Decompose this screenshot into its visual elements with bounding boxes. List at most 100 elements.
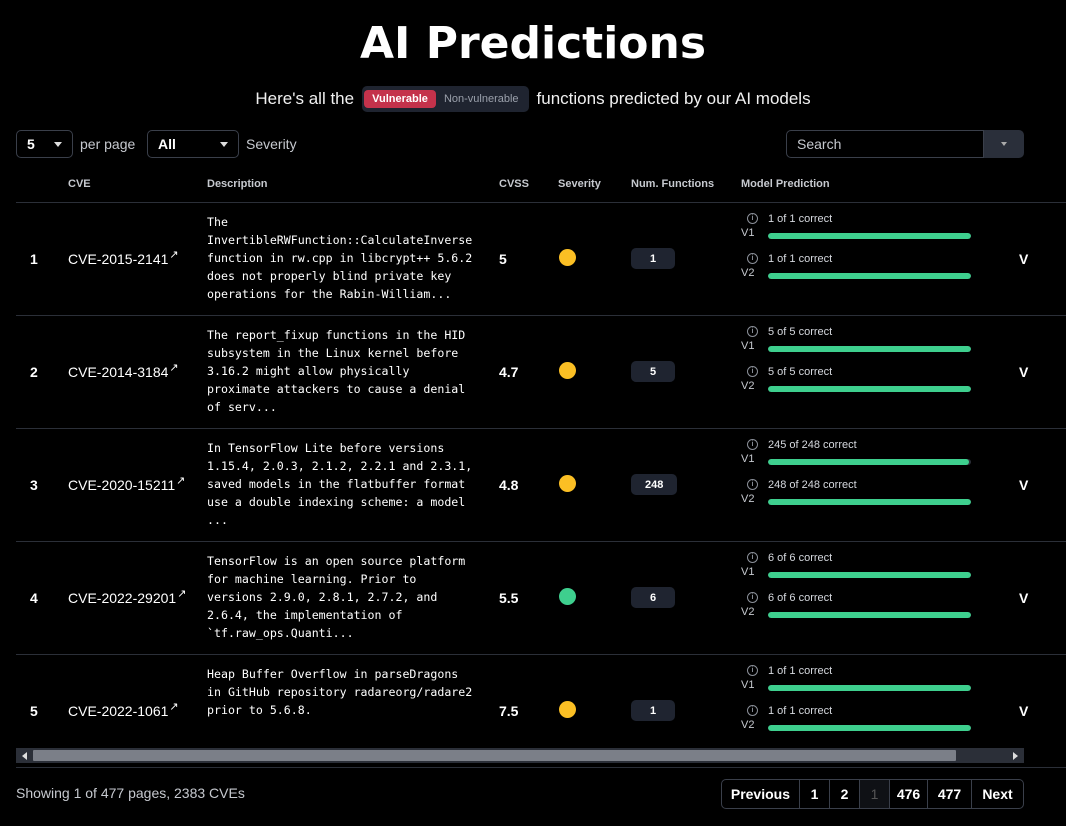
model-version-label: V2 xyxy=(741,606,755,618)
cve-description: TensorFlow is an open source platform fo… xyxy=(207,554,466,640)
model-version-label: V2 xyxy=(741,267,755,279)
cve-link[interactable]: CVE-2015-2141↗ xyxy=(68,249,179,267)
info-icon[interactable]: i xyxy=(747,665,758,676)
view-link[interactable]: V xyxy=(1019,364,1028,380)
prediction-progress-fill xyxy=(768,685,971,691)
info-icon[interactable]: i xyxy=(747,705,758,716)
model-prediction-v1: i V1 1 of 1 correct xyxy=(740,665,980,701)
cve-id[interactable]: CVE-2014-3184 xyxy=(68,364,168,380)
toggle-vulnerable[interactable]: Vulnerable xyxy=(364,90,436,108)
cve-id[interactable]: CVE-2022-1061 xyxy=(68,703,168,719)
row-index: 1 xyxy=(30,251,38,267)
cve-link[interactable]: CVE-2022-29201↗ xyxy=(68,588,186,606)
info-icon[interactable]: i xyxy=(747,366,758,377)
per-page-select[interactable]: 5 xyxy=(16,130,73,158)
header-cvss[interactable]: CVSS xyxy=(499,178,529,190)
scrollbar-thumb[interactable] xyxy=(33,750,956,761)
prediction-progress-bar xyxy=(768,459,971,465)
cve-link[interactable]: CVE-2020-15211↗ xyxy=(68,475,185,493)
page-subtitle: Here's all the Vulnerable Non-vulnerable… xyxy=(0,86,1066,112)
prediction-text: 245 of 248 correct xyxy=(768,439,857,451)
info-icon[interactable]: i xyxy=(747,326,758,337)
header-model-prediction[interactable]: Model Prediction xyxy=(741,178,830,190)
prediction-progress-bar xyxy=(768,612,971,618)
horizontal-scrollbar[interactable] xyxy=(16,748,1024,763)
info-icon[interactable]: i xyxy=(747,552,758,563)
page-button-current[interactable]: 1 xyxy=(859,780,889,808)
per-page-value: 5 xyxy=(27,136,35,152)
cvss-score: 5.5 xyxy=(499,590,519,606)
prediction-progress-bar xyxy=(768,725,971,731)
view-link[interactable]: V xyxy=(1019,251,1028,267)
cve-id[interactable]: CVE-2015-2141 xyxy=(68,251,168,267)
per-page-label: per page xyxy=(80,136,136,152)
cve-description: Heap Buffer Overflow in parseDragons in … xyxy=(207,667,473,717)
external-link-icon[interactable]: ↗ xyxy=(177,588,186,600)
prediction-progress-bar xyxy=(768,346,971,352)
prediction-progress-bar xyxy=(768,233,971,239)
prediction-progress-fill xyxy=(768,346,971,352)
prediction-progress-bar xyxy=(768,685,971,691)
cve-link[interactable]: CVE-2022-1061↗ xyxy=(68,701,179,719)
scroll-left-icon[interactable] xyxy=(22,752,27,760)
search-dropdown-button[interactable] xyxy=(984,130,1024,158)
header-cve[interactable]: CVE xyxy=(68,178,91,190)
previous-page-button[interactable]: Previous xyxy=(722,780,799,808)
page-button[interactable]: 476 xyxy=(889,780,927,808)
view-link[interactable]: V xyxy=(1019,703,1028,719)
model-version-label: V1 xyxy=(741,453,755,465)
model-version-label: V1 xyxy=(741,227,755,239)
page-button[interactable]: 2 xyxy=(829,780,859,808)
info-icon[interactable]: i xyxy=(747,253,758,264)
external-link-icon[interactable]: ↗ xyxy=(176,475,185,487)
table-row[interactable]: 2 CVE-2014-3184↗ The report_fixup functi… xyxy=(16,316,1066,429)
severity-select[interactable]: All xyxy=(147,130,239,158)
severity-label: Severity xyxy=(246,136,297,152)
external-link-icon[interactable]: ↗ xyxy=(169,701,178,713)
model-version-label: V2 xyxy=(741,380,755,392)
pagination: Previous 1 2 1 476 477 Next xyxy=(720,779,1024,809)
view-link[interactable]: V xyxy=(1019,477,1028,493)
model-version-label: V2 xyxy=(741,719,755,731)
next-page-button[interactable]: Next xyxy=(971,780,1023,808)
header-description[interactable]: Description xyxy=(207,178,268,190)
subtitle-suffix: functions predicted by our AI models xyxy=(536,89,811,108)
severity-dot xyxy=(559,588,576,605)
row-index: 3 xyxy=(30,477,38,493)
prediction-progress-bar xyxy=(768,499,971,505)
page-button[interactable]: 477 xyxy=(927,780,971,808)
cve-id[interactable]: CVE-2020-15211 xyxy=(68,477,175,493)
info-icon[interactable]: i xyxy=(747,592,758,603)
prediction-text: 1 of 1 correct xyxy=(768,705,833,717)
scroll-right-icon[interactable] xyxy=(1013,752,1018,760)
vulnerability-toggle[interactable]: Vulnerable Non-vulnerable xyxy=(362,86,529,112)
external-link-icon[interactable]: ↗ xyxy=(169,362,178,374)
model-prediction-v2: i V2 6 of 6 correct xyxy=(740,592,980,628)
prediction-progress-fill xyxy=(768,725,971,731)
page-button[interactable]: 1 xyxy=(799,780,829,808)
chevron-down-icon xyxy=(1001,142,1007,146)
table-row[interactable]: 3 CVE-2020-15211↗ In TensorFlow Lite bef… xyxy=(16,429,1066,542)
info-icon[interactable]: i xyxy=(747,479,758,490)
cvss-score: 5 xyxy=(499,251,507,267)
table-row[interactable]: 1 CVE-2015-2141↗ The InvertibleRWFunctio… xyxy=(16,203,1066,316)
model-version-label: V2 xyxy=(741,493,755,505)
external-link-icon[interactable]: ↗ xyxy=(169,249,178,261)
table-row[interactable]: 4 CVE-2022-29201↗ TensorFlow is an open … xyxy=(16,542,1066,655)
num-functions-badge: 1 xyxy=(631,248,675,269)
info-icon[interactable]: i xyxy=(747,439,758,450)
info-icon[interactable]: i xyxy=(747,213,758,224)
model-prediction-v1: i V1 245 of 248 correct xyxy=(740,439,980,475)
toggle-non-vulnerable[interactable]: Non-vulnerable xyxy=(436,90,527,108)
cvss-score: 4.7 xyxy=(499,364,519,380)
cvss-score: 7.5 xyxy=(499,703,519,719)
header-num-functions[interactable]: Num. Functions xyxy=(631,178,714,190)
cve-id[interactable]: CVE-2022-29201 xyxy=(68,590,176,606)
view-link[interactable]: V xyxy=(1019,590,1028,606)
header-severity[interactable]: Severity xyxy=(558,178,601,190)
prediction-progress-fill xyxy=(768,386,971,392)
cve-description: In TensorFlow Lite before versions 1.15.… xyxy=(207,441,473,527)
search-input[interactable] xyxy=(786,130,984,158)
cve-link[interactable]: CVE-2014-3184↗ xyxy=(68,362,179,380)
row-index: 2 xyxy=(30,364,38,380)
